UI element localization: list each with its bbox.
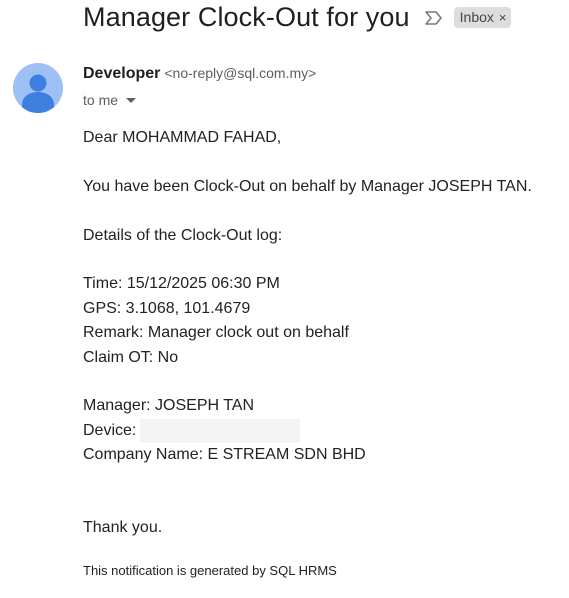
gps-line: GPS: 3.1068, 101.4679 — [83, 299, 251, 317]
label-chip-inbox[interactable]: Inbox × — [453, 7, 512, 28]
email-body: Dear MOHAMMAD FAHAD, You have been Clock… — [83, 126, 532, 541]
redacted-device-value — [140, 418, 301, 443]
time-line: Time: 15/12/2025 06:30 PM — [83, 275, 280, 293]
device-label: Device: — [83, 421, 137, 439]
details-heading: Details of the Clock-Out log: — [83, 226, 283, 244]
claim-ot-line: Claim OT: No — [83, 348, 179, 366]
sender-avatar[interactable] — [13, 63, 63, 113]
thanks-line: Thank you. — [83, 519, 163, 537]
footer-note: This notification is generated by SQL HR… — [83, 563, 337, 578]
intro-line: You have been Clock-Out on behalf by Man… — [83, 177, 532, 195]
sender-name[interactable]: Developer — [83, 65, 160, 83]
device-line: Device: — [83, 418, 532, 443]
manager-line: Manager: JOSEPH TAN — [83, 397, 255, 415]
label-chip-text: Inbox — [459, 9, 494, 25]
caret-down-icon[interactable] — [126, 97, 137, 103]
sender-row: Developer <no-reply@sql.com.my> — [83, 65, 316, 83]
sender-email: <no-reply@sql.com.my> — [164, 65, 317, 81]
email-subject: Manager Clock-Out for you — [83, 2, 410, 32]
greeting: Dear MOHAMMAD FAHAD, — [83, 129, 282, 146]
recipient-summary: to me — [83, 92, 119, 108]
recipient-details-toggle[interactable]: to me — [83, 92, 137, 108]
company-line: Company Name: E STREAM SDN BHD — [83, 446, 366, 464]
remove-label-icon[interactable]: × — [499, 9, 507, 26]
subject-row: Manager Clock-Out for you Inbox × — [83, 2, 512, 33]
importance-marker-icon[interactable] — [424, 8, 444, 28]
default-avatar-icon — [22, 74, 54, 113]
remark-line: Remark: Manager clock out on behalf — [83, 324, 349, 342]
